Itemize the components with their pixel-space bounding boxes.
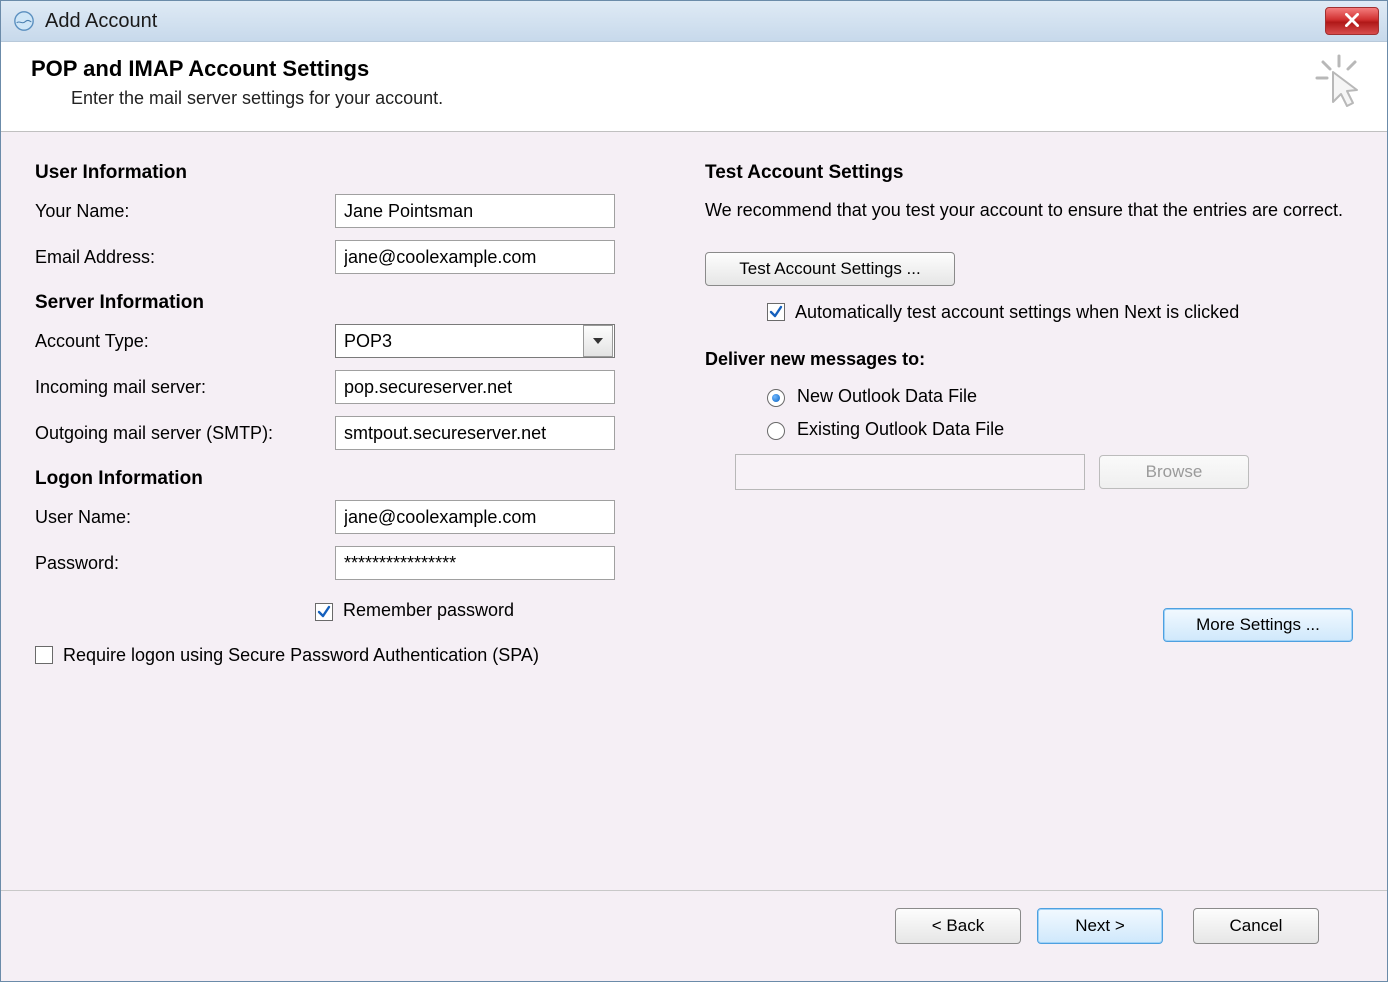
remember-password-label: Remember password <box>343 600 514 621</box>
window-title: Add Account <box>45 10 1325 33</box>
left-column: User Information Your Name: Email Addres… <box>35 156 645 878</box>
existing-pst-radio[interactable] <box>767 422 785 440</box>
next-button[interactable]: Next > <box>1037 908 1163 944</box>
auto-test-checkbox[interactable] <box>767 303 785 321</box>
section-server-info: Server Information <box>35 292 645 314</box>
browse-button[interactable]: Browse <box>1099 455 1249 489</box>
close-button[interactable] <box>1325 7 1379 35</box>
remember-password-checkbox[interactable] <box>315 603 333 621</box>
username-input[interactable] <box>335 500 615 534</box>
spa-checkbox[interactable] <box>35 646 53 664</box>
account-type-value: POP3 <box>344 331 583 352</box>
new-pst-radio[interactable] <box>767 389 785 407</box>
deliver-title: Deliver new messages to: <box>705 349 1353 370</box>
right-column: Test Account Settings We recommend that … <box>705 156 1353 878</box>
label-username: User Name: <box>35 507 335 528</box>
back-button[interactable]: < Back <box>895 908 1021 944</box>
chevron-down-icon <box>583 325 613 357</box>
test-description: We recommend that you test your account … <box>705 198 1353 222</box>
new-pst-label: New Outlook Data File <box>797 386 977 407</box>
label-your-name: Your Name: <box>35 201 335 222</box>
label-password: Password: <box>35 553 335 574</box>
wizard-footer: < Back Next > Cancel <box>35 891 1353 961</box>
label-incoming: Incoming mail server: <box>35 377 335 398</box>
label-account-type: Account Type: <box>35 331 335 352</box>
wizard-header: POP and IMAP Account Settings Enter the … <box>1 42 1387 132</box>
page-title: POP and IMAP Account Settings <box>31 56 1357 82</box>
existing-pst-label: Existing Outlook Data File <box>797 419 1004 440</box>
close-icon <box>1345 11 1359 32</box>
more-settings-button[interactable]: More Settings ... <box>1163 608 1353 642</box>
section-user-info: User Information <box>35 162 645 184</box>
section-logon-info: Logon Information <box>35 468 645 490</box>
your-name-input[interactable] <box>335 194 615 228</box>
outgoing-server-input[interactable] <box>335 416 615 450</box>
app-icon <box>13 10 35 32</box>
label-email: Email Address: <box>35 247 335 268</box>
label-outgoing: Outgoing mail server (SMTP): <box>35 423 335 444</box>
password-input[interactable] <box>335 546 615 580</box>
cancel-button[interactable]: Cancel <box>1193 908 1319 944</box>
section-test-settings: Test Account Settings <box>705 162 1353 184</box>
wizard-body: User Information Your Name: Email Addres… <box>1 132 1387 981</box>
titlebar: Add Account <box>1 1 1387 42</box>
test-account-settings-button[interactable]: Test Account Settings ... <box>705 252 955 286</box>
incoming-server-input[interactable] <box>335 370 615 404</box>
auto-test-label: Automatically test account settings when… <box>795 300 1239 324</box>
cursor-click-icon <box>1305 52 1365 112</box>
spa-label: Require logon using Secure Password Auth… <box>63 643 539 667</box>
page-subtitle: Enter the mail server settings for your … <box>71 88 1357 109</box>
account-type-select[interactable]: POP3 <box>335 324 615 358</box>
existing-pst-path-input[interactable] <box>735 454 1085 490</box>
email-input[interactable] <box>335 240 615 274</box>
add-account-window: Add Account POP and IMAP Account Setting… <box>0 0 1388 982</box>
